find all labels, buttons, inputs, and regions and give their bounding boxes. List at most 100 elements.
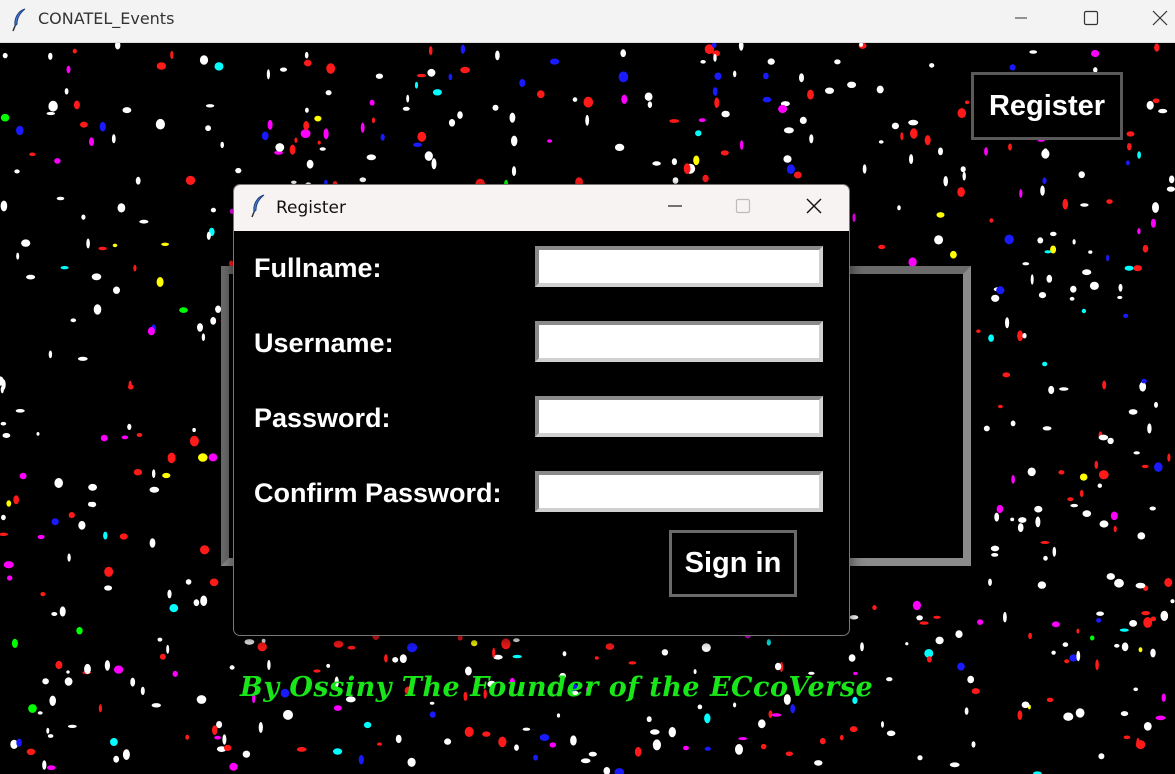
confetti-dot	[414, 81, 419, 89]
confetti-dot	[159, 653, 166, 660]
confetti-dot	[1076, 650, 1081, 662]
confetti-dot	[897, 205, 901, 211]
confetti-dot	[996, 286, 1005, 295]
confetti-dot	[498, 736, 507, 748]
confetti-dot	[86, 238, 90, 249]
confetti-dot	[448, 119, 456, 127]
confetti-dot	[1072, 239, 1076, 245]
confetti-dot	[363, 721, 372, 729]
confetti-dot	[326, 663, 331, 668]
password-field[interactable]	[535, 396, 823, 437]
confetti-dot	[89, 501, 97, 508]
confetti-dot	[1079, 489, 1084, 498]
confetti-dot	[47, 734, 54, 738]
confetti-dot	[1154, 43, 1160, 52]
confetti-dot	[585, 114, 590, 126]
confetti-dot	[130, 677, 136, 687]
confetti-dot	[891, 122, 900, 130]
fullname-field[interactable]	[535, 246, 823, 287]
confetti-dot	[55, 660, 63, 670]
confetti-dot	[603, 767, 611, 774]
confetti-dot	[371, 117, 376, 124]
dialog-close-button[interactable]	[791, 189, 837, 227]
confetti-dot	[834, 59, 841, 65]
confetti-dot	[91, 273, 102, 281]
confetti-dot	[1150, 648, 1156, 658]
maximize-button[interactable]	[1068, 0, 1114, 36]
confetti-dot	[305, 107, 309, 113]
confetti-dot	[113, 286, 120, 294]
confetti-dot	[672, 177, 679, 184]
confetti-dot	[1098, 753, 1105, 760]
confetti-dot	[1107, 437, 1114, 445]
confetti-dot	[1106, 199, 1113, 205]
confetti-dot	[768, 710, 773, 718]
confetti-dot	[671, 158, 678, 166]
confetti-dot	[113, 755, 120, 763]
confetti-dot	[550, 58, 560, 65]
confetti-dot	[1009, 64, 1016, 71]
confetti-dot	[1150, 616, 1157, 622]
confetti-dot	[537, 90, 545, 99]
confirm-password-field[interactable]	[535, 471, 823, 512]
register-button[interactable]: Register	[971, 72, 1123, 140]
confetti-dot	[1135, 582, 1146, 589]
confetti-dot	[1034, 505, 1043, 513]
confetti-dot	[304, 51, 309, 59]
confetti-dot	[70, 318, 77, 323]
confetti-dot	[407, 642, 418, 653]
close-button[interactable]	[1137, 0, 1175, 36]
confetti-dot	[199, 55, 209, 65]
confetti-dot	[860, 642, 864, 652]
confetti-dot	[1017, 710, 1023, 720]
sign-in-button[interactable]: Sign in	[669, 530, 797, 597]
confetti-dot	[7, 575, 13, 581]
confetti-dot	[1022, 262, 1030, 266]
confetti-dot	[621, 94, 628, 104]
confetti-dot	[16, 738, 22, 747]
confetti-dot	[1048, 385, 1055, 395]
confetti-dot	[1154, 401, 1158, 408]
confetti-dot	[460, 66, 470, 74]
confetti-dot	[990, 545, 1000, 552]
password-label: Password:	[254, 403, 391, 433]
username-field[interactable]	[535, 321, 823, 362]
confetti-dot	[471, 640, 478, 647]
confetti-dot	[735, 744, 743, 755]
confetti-dot	[1069, 654, 1078, 662]
confetti-dot	[392, 657, 399, 663]
confetti-dot	[1138, 647, 1143, 653]
confetti-dot	[48, 350, 53, 359]
confetti-dot	[620, 49, 626, 58]
confetti-dot	[122, 749, 130, 760]
confetti-dot	[1051, 650, 1056, 655]
confetti-dot	[193, 599, 200, 607]
confetti-dot	[407, 757, 416, 767]
confetti-dot	[88, 483, 97, 491]
dialog-minimize-button[interactable]	[652, 189, 698, 227]
confetti-dot	[333, 748, 343, 755]
confetti-dot	[1063, 712, 1074, 721]
confetti-dot	[650, 729, 660, 735]
confetti-dot	[935, 636, 944, 645]
confetti-dot	[60, 266, 69, 270]
confetti-dot	[1062, 198, 1069, 210]
dialog-maximize-button[interactable]	[720, 189, 766, 227]
confetti-dot	[1152, 98, 1160, 104]
confetti-dot	[912, 600, 922, 611]
confetti-dot	[54, 478, 63, 488]
confetti-dot	[149, 538, 156, 548]
confetti-dot	[570, 735, 577, 746]
confetti-dot	[205, 104, 215, 108]
confetti-dot	[1164, 578, 1173, 587]
confetti-dot	[13, 495, 20, 505]
confetti-dot	[77, 356, 88, 361]
confetti-dot	[614, 143, 625, 151]
confetti-dot	[614, 768, 625, 774]
confetti-dot	[1166, 186, 1175, 192]
confetti-dot	[1040, 185, 1045, 196]
confetti-dot	[205, 125, 212, 132]
minimize-button[interactable]	[998, 0, 1044, 36]
confetti-dot	[166, 644, 170, 654]
confetti-dot	[1037, 581, 1047, 589]
